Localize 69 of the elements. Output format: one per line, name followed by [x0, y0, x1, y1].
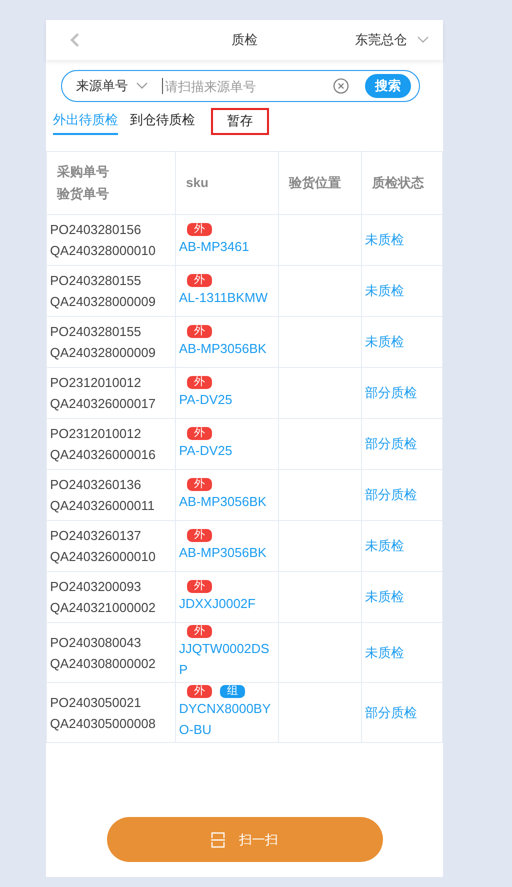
po-number: PO2312010012 — [50, 374, 142, 392]
inspection-status: 部分质检 — [365, 436, 417, 451]
tag: 外 — [187, 325, 212, 338]
tag: 外 — [187, 376, 212, 389]
search-button[interactable]: 搜索 — [365, 74, 411, 98]
inspection-number: QA240321000002 — [50, 599, 157, 617]
po-number: PO2403260137 — [50, 527, 142, 545]
tag: 外 — [187, 427, 212, 440]
inspection-status: 未质检 — [365, 538, 404, 553]
inspection-status: 未质检 — [365, 334, 404, 349]
po-number: PO2403080043 — [50, 634, 142, 652]
chevron-down-icon[interactable] — [136, 82, 148, 90]
chevron-down-icon[interactable] — [417, 36, 429, 44]
po-number: PO2403280156 — [50, 221, 142, 239]
po-number: PO2403280155 — [50, 323, 142, 341]
sku-link[interactable]: JDXXJ0002F — [179, 593, 275, 614]
tab[interactable]: 到仓待质检 — [130, 109, 195, 135]
tag: 组 — [220, 685, 245, 698]
tag: 外 — [187, 529, 212, 542]
sku-link[interactable]: PA-DV25 — [179, 389, 275, 410]
inspection-number: QA240308000002 — [50, 654, 157, 672]
column-header: 验货位置 — [289, 174, 342, 192]
tab[interactable]: 暂存 — [211, 108, 269, 135]
scan-icon — [211, 830, 225, 848]
sku-link[interactable]: AB-MP3461 — [179, 236, 275, 257]
sku-link[interactable]: AB-MP3056BK — [179, 542, 275, 563]
inspection-number: QA240328000009 — [50, 344, 157, 362]
inspection-number: QA240326000011 — [50, 497, 156, 515]
po-number: PO2403200093 — [50, 578, 142, 596]
inspection-status: 部分质检 — [365, 487, 417, 502]
sku-link[interactable]: AB-MP3056BK — [179, 338, 275, 359]
inspection-number: QA240326000017 — [50, 395, 157, 413]
tab[interactable]: 外出待质检 — [53, 109, 118, 135]
inspection-number: QA240328000010 — [50, 242, 157, 260]
inspection-number: QA240326000010 — [50, 548, 157, 566]
inspection-status: 未质检 — [365, 232, 404, 247]
po-number: PO2403050021 — [50, 694, 142, 712]
back-icon[interactable] — [70, 32, 80, 48]
inspection-number: QA240326000016 — [50, 446, 157, 464]
tag: 外 — [187, 223, 212, 236]
inspection-status: 未质检 — [365, 644, 404, 660]
clear-icon[interactable] — [333, 78, 349, 94]
inspection-status: 部分质检 — [365, 385, 417, 400]
inspection-status: 未质检 — [365, 283, 404, 298]
sku-link[interactable]: AB-MP3056BK — [179, 491, 275, 512]
po-number: PO2312010012 — [50, 425, 142, 443]
column-header: 验货单号 — [57, 185, 110, 203]
inspection-status: 未质检 — [365, 589, 404, 604]
sku-link[interactable]: DYCNX8000BYO-BU — [179, 698, 275, 740]
sku-link[interactable]: AL-1311BKMW — [179, 287, 275, 308]
po-number: PO2403260136 — [50, 476, 142, 494]
inspection-number: QA240328000009 — [50, 293, 157, 311]
search-type-dropdown[interactable]: 来源单号 — [76, 77, 128, 95]
column-header: sku — [186, 174, 210, 192]
po-number: PO2403280155 — [50, 272, 142, 290]
tag: 外 — [187, 580, 212, 593]
warehouse-selector[interactable]: 东莞总仓 — [355, 31, 407, 49]
page-title: 质检 — [232, 31, 258, 49]
column-header: 采购单号 — [57, 163, 110, 181]
scan-button[interactable]: 扫一扫 — [106, 817, 382, 862]
tag: 外 — [187, 685, 212, 698]
tag: 外 — [187, 625, 212, 638]
sku-link[interactable]: PA-DV25 — [179, 440, 275, 461]
inspection-status: 部分质检 — [365, 704, 417, 720]
tag: 外 — [187, 478, 212, 491]
sku-link[interactable]: JJQTW0002DSP — [179, 638, 275, 680]
column-header: 质检状态 — [372, 174, 425, 192]
tag: 外 — [187, 274, 212, 287]
inspection-number: QA240305000008 — [50, 714, 157, 732]
